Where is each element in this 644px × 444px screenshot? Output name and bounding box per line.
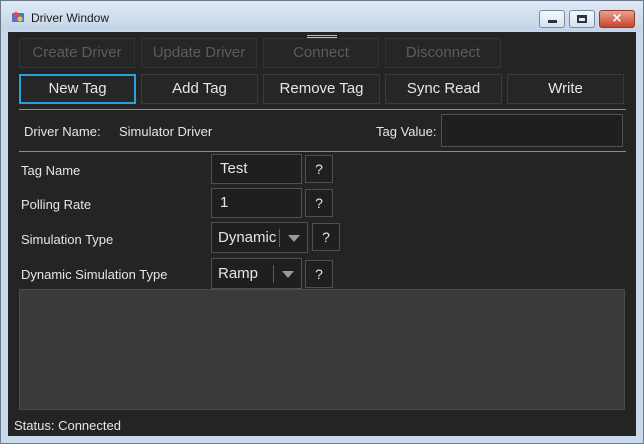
combo-divider: [279, 229, 280, 247]
tag-value-input[interactable]: [441, 114, 623, 147]
sync-read-button[interactable]: Sync Read: [385, 74, 502, 104]
output-panel: [19, 289, 625, 410]
tag-name-label: Tag Name: [21, 163, 81, 178]
driver-window: Driver Window × Create Driver Update Dri…: [0, 0, 644, 444]
title-bar[interactable]: Driver Window ×: [1, 1, 643, 31]
dynamic-simulation-type-label: Dynamic Simulation Type: [21, 267, 168, 282]
polling-rate-input[interactable]: 1: [211, 188, 302, 218]
maximize-icon: [577, 15, 587, 23]
chevron-down-icon: [288, 235, 300, 242]
dynamic-simulation-type-value: Ramp: [218, 265, 259, 282]
polling-rate-help-button[interactable]: ?: [305, 189, 333, 217]
simulation-type-label: Simulation Type: [21, 232, 114, 247]
tag-value-label: Tag Value:: [376, 124, 437, 139]
minimize-icon: [548, 20, 557, 23]
tag-name-help-button[interactable]: ?: [305, 155, 333, 183]
polling-rate-label: Polling Rate: [21, 197, 92, 212]
close-button[interactable]: ×: [599, 10, 635, 28]
minimize-button[interactable]: [539, 10, 565, 28]
simulation-type-value: Dynamic: [218, 229, 277, 246]
create-driver-button[interactable]: Create Driver: [19, 38, 135, 68]
driver-name-label: Driver Name:: [24, 124, 101, 139]
connect-button[interactable]: Connect: [263, 38, 379, 68]
disconnect-button[interactable]: Disconnect: [385, 38, 501, 68]
simulation-type-help-button[interactable]: ?: [312, 223, 340, 251]
update-driver-button[interactable]: Update Driver: [141, 38, 257, 68]
separator: [19, 151, 626, 152]
close-icon: ×: [611, 11, 623, 26]
combo-divider: [273, 265, 274, 283]
chevron-down-icon: [282, 271, 294, 278]
window-title: Driver Window: [31, 11, 110, 25]
simulation-type-select[interactable]: Dynamic: [211, 222, 308, 253]
app-icon: [12, 12, 24, 22]
status-text: Status: Connected: [14, 418, 121, 433]
maximize-button[interactable]: [569, 10, 595, 28]
separator: [19, 109, 626, 110]
new-tag-button[interactable]: New Tag: [19, 74, 136, 104]
write-button[interactable]: Write: [507, 74, 624, 104]
add-tag-button[interactable]: Add Tag: [141, 74, 258, 104]
dynamic-simulation-type-help-button[interactable]: ?: [305, 260, 333, 288]
remove-tag-button[interactable]: Remove Tag: [263, 74, 380, 104]
client-area: Create Driver Update Driver Connect Disc…: [8, 32, 636, 436]
tag-name-input[interactable]: Test: [211, 154, 302, 184]
driver-name-value: Simulator Driver: [119, 124, 213, 139]
dynamic-simulation-type-select[interactable]: Ramp: [211, 258, 302, 289]
